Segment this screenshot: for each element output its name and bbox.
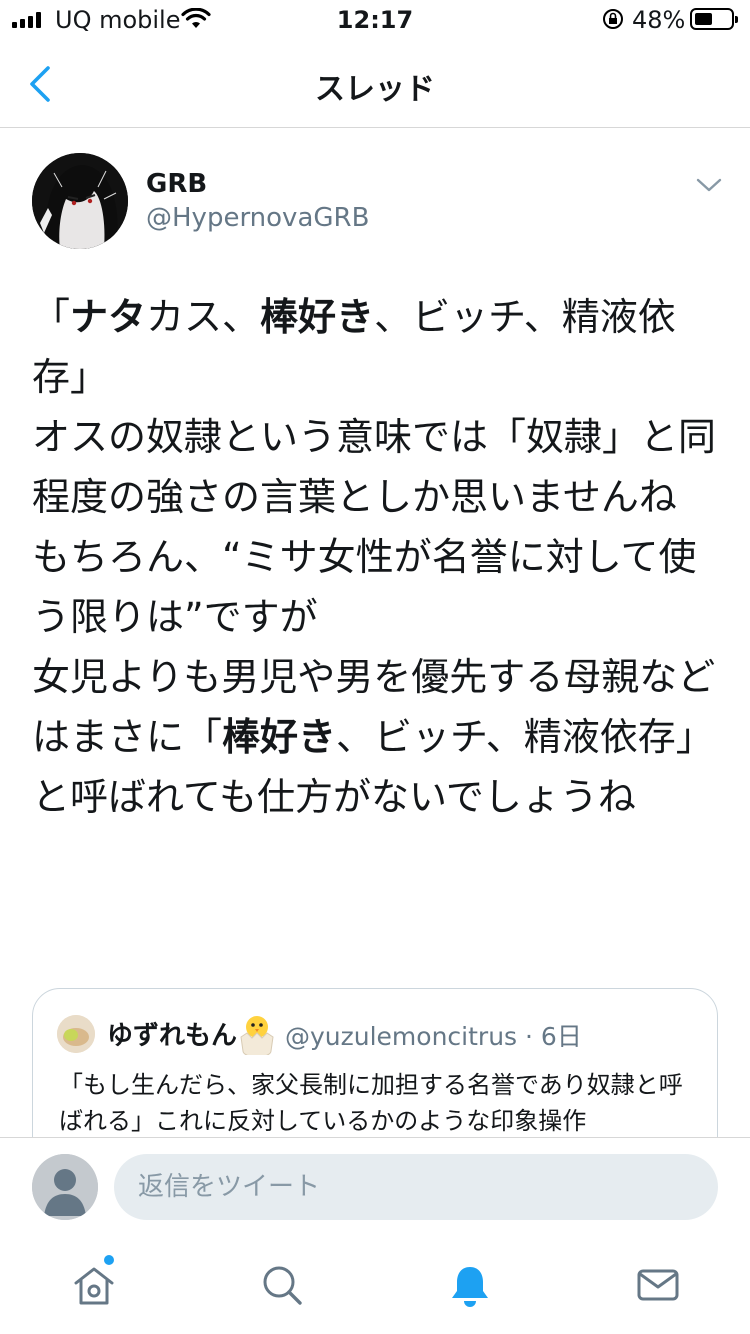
quote-avatar <box>57 1015 95 1053</box>
home-icon[interactable] <box>70 1261 118 1309</box>
nav-bar: スレッド <box>0 40 750 128</box>
messages-icon[interactable] <box>634 1261 682 1309</box>
battery-icon <box>690 8 738 30</box>
my-avatar-icon[interactable] <box>32 1154 98 1220</box>
tweet-text-segment: オスの奴隷という意味では「奴隷」と同程度の強さの言葉としか思いませんね <box>32 415 717 519</box>
notifications-icon[interactable] <box>446 1261 494 1309</box>
tweet-text-segment: カス、 <box>146 295 261 339</box>
tweet-text-bold: ナタ <box>70 295 147 339</box>
tab-bar <box>0 1237 750 1334</box>
user-handle[interactable]: @HypernovaGRB <box>146 203 369 233</box>
tweet-text-bold: 棒好き <box>260 295 375 339</box>
avatar[interactable] <box>32 153 128 249</box>
avatar-image <box>32 153 128 249</box>
page-title: スレッド <box>315 72 435 107</box>
chevron-down-icon[interactable] <box>694 175 724 195</box>
battery-percent: 48% <box>632 6 686 34</box>
quote-handle-time: @yuzulemoncitrus · 6日 <box>285 1022 582 1051</box>
status-bar: UQ mobile 12:17 48% <box>0 0 750 40</box>
tweet-text: 「ナタカス、棒好き、ビッチ、精液依存」 オスの奴隷という意味では「奴隷」と同程度の… <box>32 287 722 827</box>
tweet-text-bold: 棒好き <box>222 715 337 759</box>
search-icon[interactable] <box>258 1261 306 1309</box>
reply-input[interactable] <box>114 1154 718 1220</box>
reply-bar <box>0 1137 750 1237</box>
hatching-chick-icon <box>240 1016 274 1055</box>
rotation-lock-icon <box>603 9 623 29</box>
tweet-text-segment: 「 <box>32 295 71 339</box>
battery-fill <box>695 13 712 25</box>
tweet-text-segment: もちろん、“ミサ女性が名誉に対して使う限りは”ですが <box>32 535 697 639</box>
quote-text: 「もし生んだら、家父長制に加担する名誉であり奴隷と呼ばれる」これに反対しているか… <box>59 1071 683 1135</box>
display-name[interactable]: GRB <box>146 169 207 199</box>
quote-display-name: ゆずれもん <box>107 1021 238 1051</box>
new-tweets-dot <box>104 1255 114 1265</box>
